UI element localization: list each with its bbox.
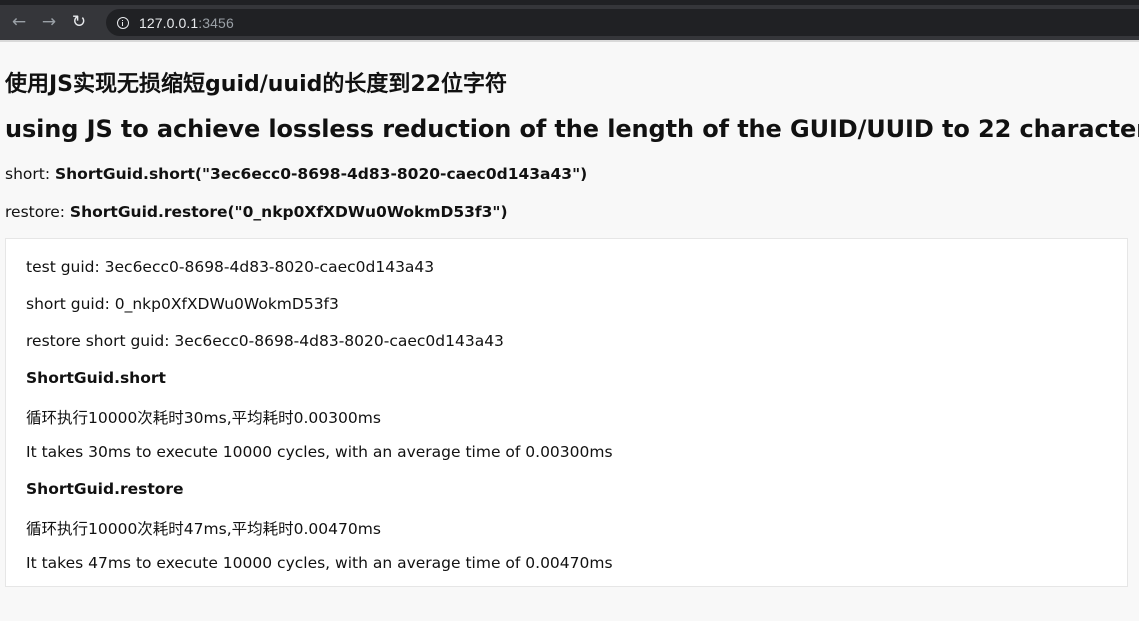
short-usage-line: short: ShortGuid.short("3ec6ecc0-8698-4d…: [5, 165, 587, 183]
url-host: 127.0.0.1: [139, 14, 199, 31]
short-benchmark-en: It takes 30ms to execute 10000 cycles, w…: [26, 443, 613, 461]
back-arrow-icon[interactable]: ←: [9, 13, 29, 33]
page-divider: [0, 40, 1139, 42]
restore-usage-label: restore:: [5, 203, 70, 221]
restore-usage-code: ShortGuid.restore("0_nkp0XfXDWu0WokmD53f…: [69, 203, 508, 221]
url-port: :3456: [198, 14, 234, 31]
reload-icon[interactable]: ↻: [69, 13, 89, 33]
browser-toolbar: ← → ↻ 127.0.0.1:3456: [0, 5, 1139, 40]
address-bar[interactable]: 127.0.0.1:3456: [106, 9, 1139, 36]
forward-arrow-icon[interactable]: →: [39, 13, 59, 33]
test-guid-text: test guid: 3ec6ecc0-8698-4d83-8020-caec0…: [26, 258, 435, 276]
short-usage-label: short:: [5, 165, 55, 183]
restore-usage-line: restore: ShortGuid.restore("0_nkp0XfXDWu…: [5, 203, 508, 221]
result-panel: test guid: 3ec6ecc0-8698-4d83-8020-caec0…: [5, 238, 1128, 587]
restore-guid-text: restore short guid: 3ec6ecc0-8698-4d83-8…: [26, 332, 504, 350]
info-icon[interactable]: [117, 16, 129, 29]
page-title-chinese: 使用JS实现无损缩短guid/uuid的长度到22位字符: [5, 72, 507, 97]
restore-benchmark-heading: ShortGuid.restore: [26, 480, 184, 498]
short-benchmark-zh: 循环执行10000次耗时30ms,平均耗时0.00300ms: [26, 409, 381, 427]
restore-benchmark-zh: 循环执行10000次耗时47ms,平均耗时0.00470ms: [26, 520, 381, 538]
url-text[interactable]: 127.0.0.1:3456: [139, 15, 234, 31]
short-guid-text: short guid: 0_nkp0XfXDWu0WokmD53f3: [26, 295, 339, 313]
short-benchmark-heading: ShortGuid.short: [26, 369, 166, 387]
restore-benchmark-en: It takes 47ms to execute 10000 cycles, w…: [26, 554, 613, 572]
short-usage-code: ShortGuid.short("3ec6ecc0-8698-4d83-8020…: [54, 165, 588, 183]
page-title-english: using JS to achieve lossless reduction o…: [5, 115, 1139, 143]
